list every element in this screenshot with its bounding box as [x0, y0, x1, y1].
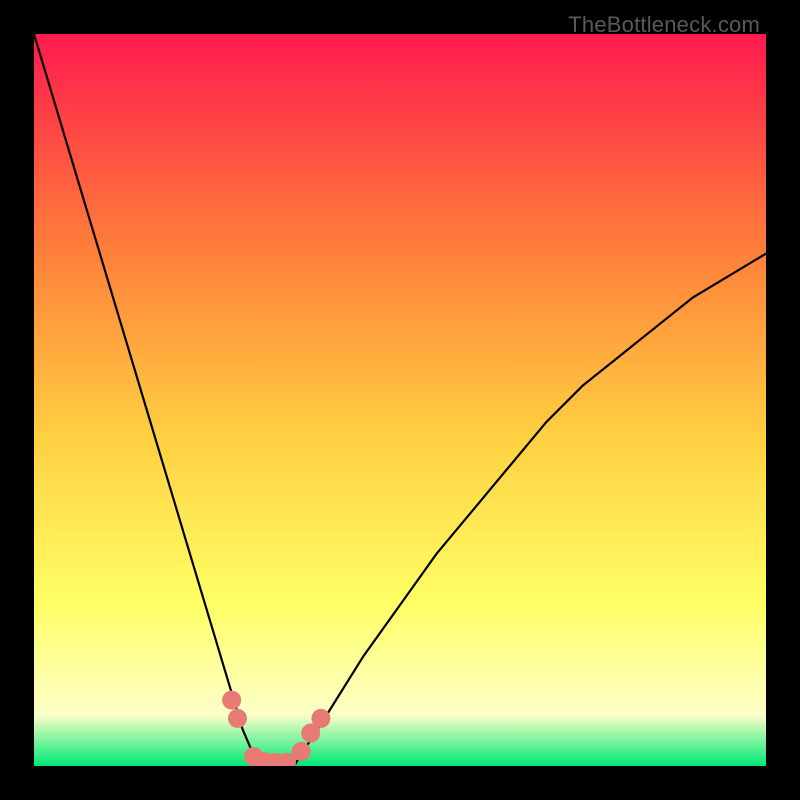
watermark-text: TheBottleneck.com: [568, 12, 760, 38]
outer-frame: TheBottleneck.com: [0, 0, 800, 800]
bottleneck-chart: [34, 34, 766, 766]
marker-point: [292, 742, 311, 761]
marker-point: [311, 709, 330, 728]
marker-point: [222, 691, 241, 710]
marker-point: [228, 709, 247, 728]
